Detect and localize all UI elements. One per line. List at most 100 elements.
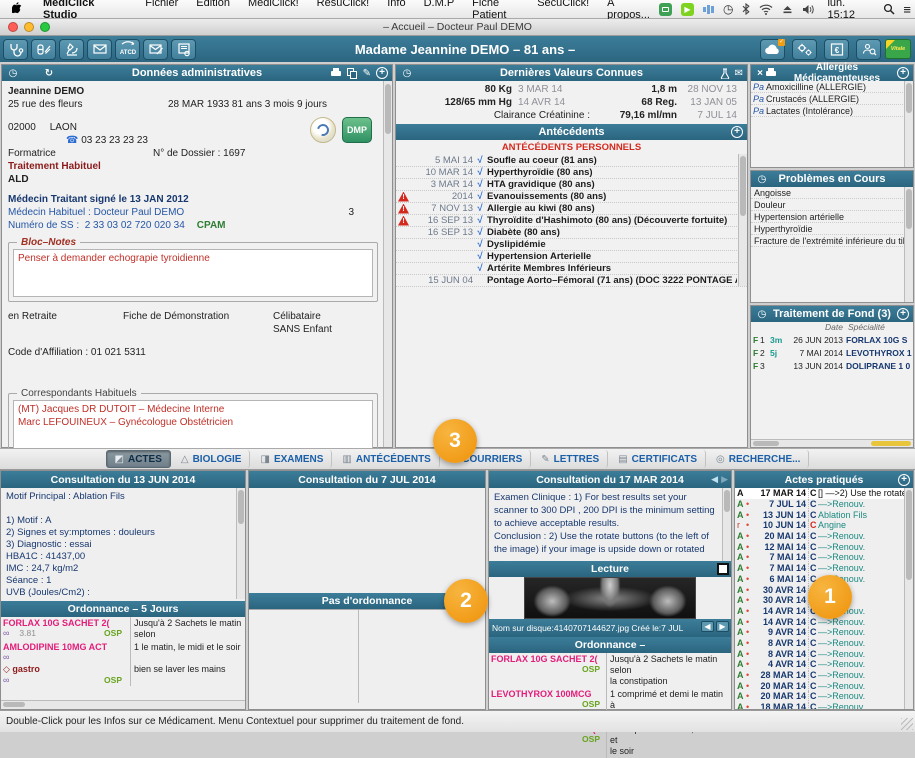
menu-item[interactable]: MédiClick! <box>239 0 308 21</box>
cloud-sync-icon[interactable]: ✓ <box>760 39 785 60</box>
eject-icon[interactable] <box>782 4 793 15</box>
dmp-status-icon[interactable] <box>659 3 672 16</box>
prev-consultation-icon[interactable]: ◀ <box>711 474 718 485</box>
next-consultation-icon[interactable]: ▶ <box>721 474 728 485</box>
acte-row[interactable]: A • 7 MAI 14 C —>Renouv. <box>735 552 913 563</box>
antecedent-row[interactable]: ! 2014 √ Evanouissements (80 ans) <box>396 191 747 203</box>
acte-row[interactable]: A • 20 MAI 14 C —>Renouv. <box>735 531 913 542</box>
prev-image-button[interactable]: ◀ <box>701 621 714 632</box>
acte-row[interactable]: A • 20 MAR 14 C —>Renouv. <box>735 691 913 702</box>
certificate-icon[interactable] <box>171 39 196 60</box>
antecedent-row[interactable]: ! 7 NOV 13 √ Allergie au kiwi (80 ans) <box>396 203 747 215</box>
menubar-clock[interactable]: lun. 15:12 <box>821 0 879 21</box>
resize-grip[interactable] <box>901 718 913 730</box>
add-antecedent-button[interactable]: + <box>731 126 743 138</box>
antecedent-row[interactable]: ! √ Dyslipidémie <box>396 239 747 251</box>
drug-row[interactable]: FORLAX 10G SACHET 2( OSP Jusqu'à 2 Sache… <box>489 653 731 688</box>
acte-row[interactable]: A • 18 MAR 14 C —>Renouv. <box>735 702 913 709</box>
traitement-row[interactable]: F 3 13 JUN 2014 DOLIPRANE 1 0 <box>751 359 913 372</box>
antecedents-atcd-icon[interactable]: ATCD <box>115 39 140 60</box>
settings-gears-icon[interactable] <box>792 39 817 60</box>
admin-scrollbar[interactable] <box>383 81 392 447</box>
history-clock-icon[interactable]: ◷ <box>755 174 769 185</box>
play-status-icon[interactable]: ▶ <box>681 3 694 16</box>
wifi-icon[interactable] <box>759 4 773 15</box>
antecedent-row[interactable]: ! √ Artérite Membres Inférieurs <box>396 263 747 275</box>
allergies-scrollbar[interactable] <box>904 81 913 167</box>
drug-row[interactable]: FORLAX 10G SACHET 2( ∞ 3.81 OSP Jusqu'à … <box>1 617 245 641</box>
acte-row[interactable]: A • 7 JUL 14 C —>Renouv. <box>735 499 913 510</box>
courrier-envelope-icon[interactable] <box>87 39 112 60</box>
consultation-1-scrollbar[interactable] <box>236 488 245 599</box>
correspondants-list[interactable]: (MT) Jacques DR DUTOIT – Médecine Intern… <box>13 400 373 452</box>
allergy-row[interactable]: Pa Crustacés (ALLERGIE) <box>751 93 913 105</box>
probleme-row[interactable]: Hypertension artérielle <box>751 211 913 223</box>
antecedent-row[interactable]: ! 16 SEP 13 √ Thyroïdite d'Hashimoto (80… <box>396 215 747 227</box>
tab[interactable]: ▤ CERTIFICATS <box>610 450 706 468</box>
bloc-notes-input[interactable]: Penser à demander echograpie tyroidienne <box>13 249 373 297</box>
carte-vitale-icon[interactable]: Vitale <box>885 39 911 59</box>
close-icon[interactable]: × <box>755 68 765 79</box>
biology-microscope-icon[interactable] <box>59 39 84 60</box>
acte-row[interactable]: A • 20 MAR 14 C —>Renouv. <box>735 680 913 691</box>
acte-row[interactable]: A • 13 JUN 14 C Ablation Fils <box>735 509 913 520</box>
spotlight-search-icon[interactable] <box>879 3 899 15</box>
print-icon[interactable] <box>765 68 777 78</box>
dmp-badge-icon[interactable]: DMP <box>342 117 372 143</box>
ordonnance-1-hscroll[interactable] <box>1 700 245 709</box>
volume-icon[interactable] <box>802 4 815 15</box>
acte-row[interactable]: A • 7 MAI 14 C —>Renouv. <box>735 563 913 574</box>
add-traitement-button[interactable]: + <box>897 308 909 320</box>
fees-calculator-icon[interactable]: € <box>824 39 849 60</box>
apple-menu[interactable] <box>0 2 34 16</box>
correspondant-item[interactable]: Marc LEFOUINEUX – Gynécologue Obstétrici… <box>18 416 368 429</box>
bluetooth-icon[interactable] <box>742 3 750 15</box>
acte-row[interactable]: A • 12 MAI 14 C —>Renouv. <box>735 541 913 552</box>
acte-row[interactable]: A 17 MAR 14 C [] —>2) Use the rotate bu <box>735 488 913 499</box>
tab[interactable]: ◨ EXAMENS <box>252 450 332 468</box>
probleme-row[interactable]: Angoisse <box>751 187 913 199</box>
history-clock-icon[interactable]: ◷ <box>400 68 414 79</box>
chart-status-icon[interactable] <box>703 4 714 15</box>
edit-compose-icon[interactable]: ✎ <box>363 68 371 79</box>
menu-item[interactable]: D.M.P <box>415 0 464 21</box>
menu-item[interactable]: Fiche Patient <box>463 0 528 21</box>
xray-image[interactable] <box>524 577 696 619</box>
menu-item[interactable]: RésuClick! <box>308 0 379 21</box>
acte-row[interactable]: A • 8 AVR 14 C —>Renouv. <box>735 638 913 649</box>
traitement-hscrollbar[interactable] <box>751 439 913 447</box>
rpps-icon[interactable] <box>310 117 336 143</box>
refresh-icon[interactable]: ↻ <box>42 68 56 79</box>
drug-row[interactable]: AMLODIPINE 10MG ACT ∞ 1 le matin, le mid… <box>1 641 245 663</box>
antecedent-row[interactable]: ! 5 MAI 14 √ Soufle au coeur (81 ans) <box>396 155 747 167</box>
acte-row[interactable]: A • 9 AVR 14 C —>Renouv. <box>735 627 913 638</box>
acte-row[interactable]: A • 8 AVR 14 C —>Renouv. <box>735 648 913 659</box>
traitement-row[interactable]: F 2 5j 7 MAI 2014 LEVOTHYROX 1 <box>751 346 913 359</box>
tab[interactable]: △ BIOLOGIE <box>173 450 251 468</box>
consultation-stethoscope-icon[interactable] <box>3 39 28 60</box>
app-menu-name[interactable]: MediClick Studio <box>34 0 136 21</box>
print-icon[interactable] <box>330 68 342 78</box>
acte-row[interactable]: A • 28 MAR 14 C —>Renouv. <box>735 670 913 681</box>
consultation-3-scrollbar[interactable] <box>722 488 731 561</box>
menu-item[interactable]: Fichier <box>136 0 187 21</box>
history-clock-icon[interactable]: ◷ <box>6 68 20 79</box>
allergy-row[interactable]: Pa Lactates (Intolérance) <box>751 105 913 117</box>
lecture-checkbox[interactable] <box>717 563 729 575</box>
acte-row[interactable]: r • 10 JUN 14 C Angine <box>735 520 913 531</box>
drug-row[interactable]: ◇ gastro ∞ OSP bien se laver les mains <box>1 663 245 686</box>
probleme-row[interactable]: Hyperthyroïdie <box>751 223 913 235</box>
history-clock-icon[interactable]: ◷ <box>755 309 769 320</box>
tab[interactable]: ◩ ACTES <box>106 450 171 468</box>
add-allergy-button[interactable]: + <box>897 67 909 79</box>
menu-item[interactable]: SécuClick! <box>528 0 598 21</box>
acte-row[interactable]: A • 4 AVR 14 C —>Renouv. <box>735 659 913 670</box>
antecedent-row[interactable]: ! 15 JUN 04 Pontage Aorto–Fémoral (71 an… <box>396 275 747 287</box>
send-mail-icon[interactable]: ✉ <box>735 68 743 79</box>
lab-icon[interactable] <box>720 68 730 79</box>
probleme-row[interactable]: Douleur <box>751 199 913 211</box>
consultation-1-body[interactable]: Motif Principal : Ablation Fils1) Motif … <box>1 488 245 601</box>
antecedents-scrollbar[interactable] <box>738 154 747 286</box>
tab[interactable]: ▥ ANTÉCÉDENTS <box>334 450 439 468</box>
actes-scrollbar[interactable] <box>904 488 913 709</box>
